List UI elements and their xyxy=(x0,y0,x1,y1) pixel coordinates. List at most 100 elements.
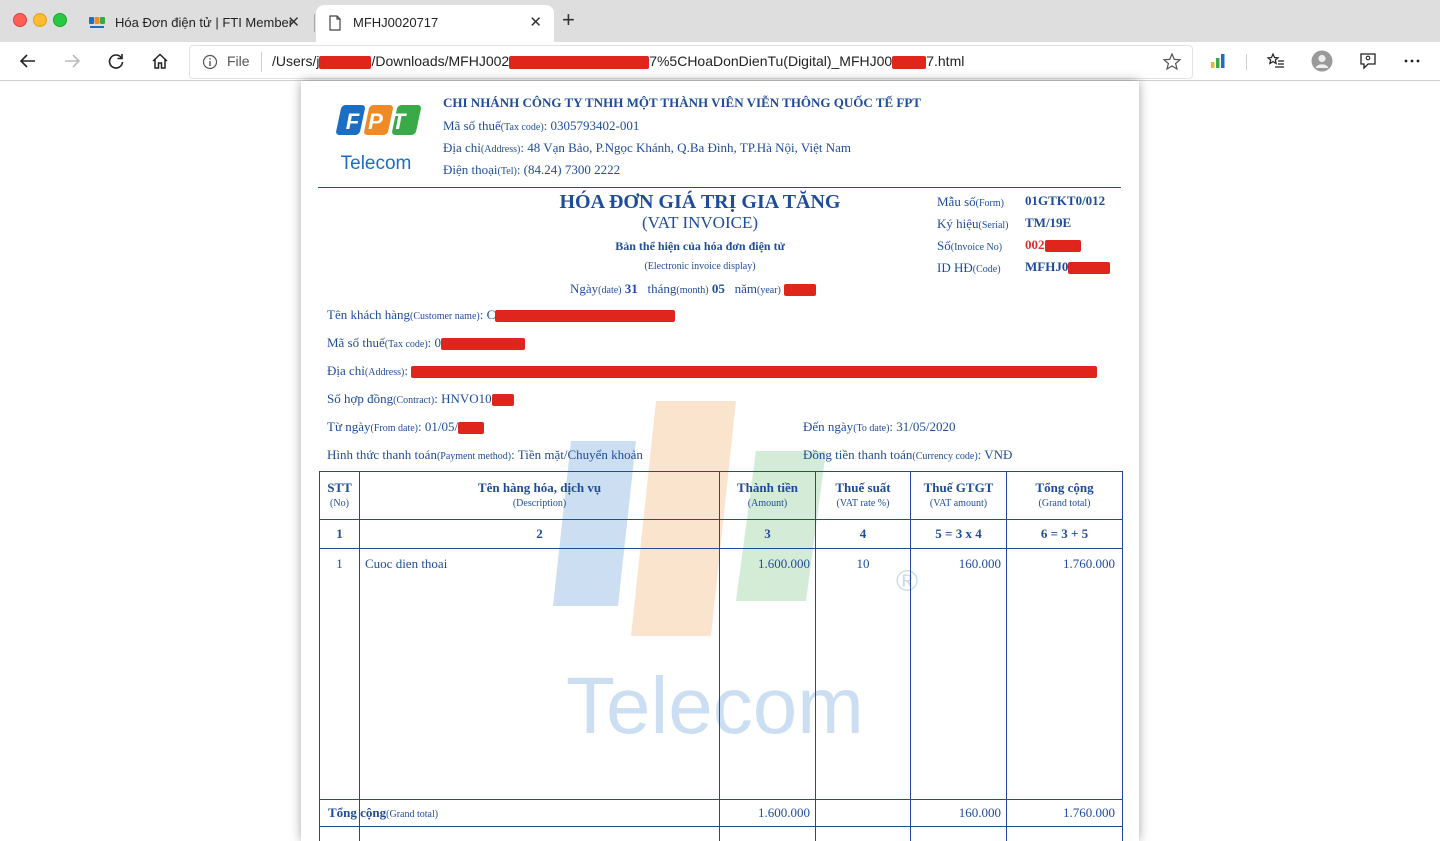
invoice-items-table: STT (No) Tên hàng hóa, dịch vụ (Descriptio… xyxy=(319,471,1123,841)
col-number: 2 xyxy=(536,526,543,541)
more-icon[interactable] xyxy=(1400,49,1424,73)
chart-extension-icon[interactable] xyxy=(1206,49,1230,73)
header-divider xyxy=(318,187,1121,188)
customer-name: Tên khách hàng(Customer name): C xyxy=(327,307,676,323)
invoice-date: Ngày(date) 31 tháng(month) 05 năm(year) xyxy=(570,281,817,297)
row-amount: 1.600.000 xyxy=(758,556,810,571)
serial-label: Ký hiệu(Serial) xyxy=(937,216,1009,231)
table-row-divider xyxy=(320,826,1122,827)
toolbar-separator xyxy=(1246,54,1247,70)
tab-fti-member[interactable]: Hóa Đơn điện tử | FTI Member ✕ xyxy=(80,5,312,42)
form-label: Mẫu số(Form) xyxy=(937,194,1004,209)
info-icon[interactable] xyxy=(202,54,218,70)
seller-tax-code: Mã số thuế(Tax code): 0305793402-001 xyxy=(443,118,640,133)
page-viewport: ® Telecom FPT Telecom CHI NHÁNH CÔNG TY … xyxy=(0,81,1440,841)
tab-title: Hóa Đơn điện tử | FTI Member xyxy=(115,15,294,30)
col-header-amount: Thành tiền (Amount) xyxy=(736,480,799,509)
scheme-label: File xyxy=(227,53,250,69)
refresh-icon[interactable] xyxy=(104,49,128,73)
close-tab-icon[interactable]: ✕ xyxy=(287,13,300,31)
col-header-vat-rate: Thuế suất (VAT rate %) xyxy=(835,480,891,509)
redaction-mark xyxy=(509,55,650,69)
tab-title: MFHJ0020717 xyxy=(353,15,439,30)
feedback-icon[interactable] xyxy=(1356,49,1380,73)
redaction-mark xyxy=(491,394,514,407)
favorites-icon[interactable] xyxy=(1264,49,1288,73)
invoice-title: HÓA ĐƠN GIÁ TRỊ GIA TĂNG xyxy=(559,191,841,213)
fpt-favicon-icon xyxy=(89,17,105,28)
address-bar[interactable]: File /Users/j/Downloads/MFHJ002 7%5CHoaDo… xyxy=(189,45,1193,79)
svg-text:FPT: FPT xyxy=(346,109,415,134)
svg-text:Telecom: Telecom xyxy=(341,153,412,174)
profile-icon[interactable] xyxy=(1310,49,1334,73)
total-label: Tổng cộng(Grand total) xyxy=(328,805,439,820)
customer-address: Địa chỉ(Address): xyxy=(327,363,1098,379)
back-icon[interactable] xyxy=(16,49,40,73)
url-text[interactable]: /Users/j/Downloads/MFHJ002 7%5CHoaDonDien… xyxy=(272,53,964,69)
col-number: 5 = 3 x 4 xyxy=(935,526,982,541)
row-vat-amount: 160.000 xyxy=(958,556,1001,571)
close-window-button[interactable] xyxy=(13,13,27,27)
new-tab-button[interactable]: + xyxy=(562,9,575,31)
col-header-grand-total: Tổng cộng (Grand total) xyxy=(1035,480,1094,509)
invoice-no-label: Số(Invoice No) xyxy=(937,238,1003,253)
address-separator xyxy=(261,52,262,72)
redaction-mark xyxy=(441,338,526,351)
redaction-mark xyxy=(1044,240,1081,253)
contract-number: Số hợp đồng(Contract): HNVO10 xyxy=(327,391,514,407)
invoice-id-label: ID HĐ(Code) xyxy=(937,260,1001,275)
invoice-no-value: 002 xyxy=(1025,237,1081,253)
col-number: 4 xyxy=(859,526,867,541)
redaction-mark xyxy=(892,55,927,69)
document-icon xyxy=(329,15,341,31)
to-date: Đến ngày(To date): 31/05/2020 xyxy=(803,419,956,434)
tab-separator xyxy=(314,14,315,32)
redaction-mark xyxy=(784,284,817,297)
table-row-divider xyxy=(320,799,1122,800)
fpt-telecom-logo: FPT Telecom xyxy=(336,105,421,174)
total-amount: 1.600.000 xyxy=(758,805,810,820)
seller-phone: Điện thoại(Tel): (84.24) 7300 2222 xyxy=(443,162,621,177)
col-number: 3 xyxy=(764,526,771,541)
currency-code: Đồng tiền thanh toán(Currency code): VNĐ xyxy=(803,447,1013,462)
invoice-subtitle: Bản thể hiện của hóa đơn điện tử xyxy=(615,239,785,253)
invoice-document: ® Telecom FPT Telecom CHI NHÁNH CÔNG TY … xyxy=(301,81,1139,841)
invoice-title-en: (VAT INVOICE) xyxy=(641,213,758,232)
redaction-mark xyxy=(458,422,485,435)
col-number: 6 = 3 + 5 xyxy=(1040,526,1089,541)
table-row-divider xyxy=(320,519,1122,520)
invoice-subtitle-en: (Electronic invoice display) xyxy=(644,261,756,272)
star-icon[interactable] xyxy=(1162,52,1182,72)
serial-value: TM/19E xyxy=(1025,215,1072,230)
row-no: 1 xyxy=(336,556,343,571)
tab-invoice[interactable]: MFHJ0020717 ✕ xyxy=(316,5,554,42)
total-grand: 1.760.000 xyxy=(1063,805,1115,820)
maximize-window-button[interactable] xyxy=(53,13,67,27)
close-tab-icon[interactable]: ✕ xyxy=(529,13,542,31)
row-grand-total: 1.760.000 xyxy=(1063,556,1115,571)
row-vat-rate: 10 xyxy=(856,556,870,571)
seller-address: Địa chỉ(Address): 48 Vạn Bảo, P.Ngọc Khá… xyxy=(443,140,852,155)
toolbar: File /Users/j/Downloads/MFHJ002 7%5CHoaDo… xyxy=(0,42,1440,81)
forward-icon[interactable] xyxy=(60,49,84,73)
payment-method: Hình thức thanh toán(Payment method): Ti… xyxy=(327,447,643,462)
tab-bar: Hóa Đơn điện tử | FTI Member ✕ MFHJ00207… xyxy=(0,0,1440,42)
col-header-description: Tên hàng hóa, dịch vụ (Description) xyxy=(477,480,602,509)
col-number: 1 xyxy=(336,526,343,541)
total-vat: 160.000 xyxy=(958,805,1001,820)
from-date: Từ ngày(From date): 01/05/ xyxy=(327,419,485,435)
customer-tax-code: Mã số thuế(Tax code): 0 xyxy=(327,335,526,351)
redaction-mark xyxy=(1068,262,1111,275)
form-value: 01GTKT0/012 xyxy=(1025,193,1106,208)
redaction-mark xyxy=(319,55,372,69)
home-icon[interactable] xyxy=(148,49,172,73)
col-header-vat-amount: Thuế GTGT (VAT amount) xyxy=(923,480,994,509)
table-row-divider xyxy=(320,548,1122,549)
invoice-id-value: MFHJ0 xyxy=(1025,259,1111,275)
row-description: Cuoc dien thoai xyxy=(365,556,448,571)
minimize-window-button[interactable] xyxy=(33,13,47,27)
col-header-no: STT (No) xyxy=(327,480,352,509)
redaction-mark xyxy=(411,366,1098,379)
redaction-mark xyxy=(495,310,676,323)
company-name: CHI NHÁNH CÔNG TY TNHH MỘT THÀNH VIÊN VI… xyxy=(443,95,921,110)
